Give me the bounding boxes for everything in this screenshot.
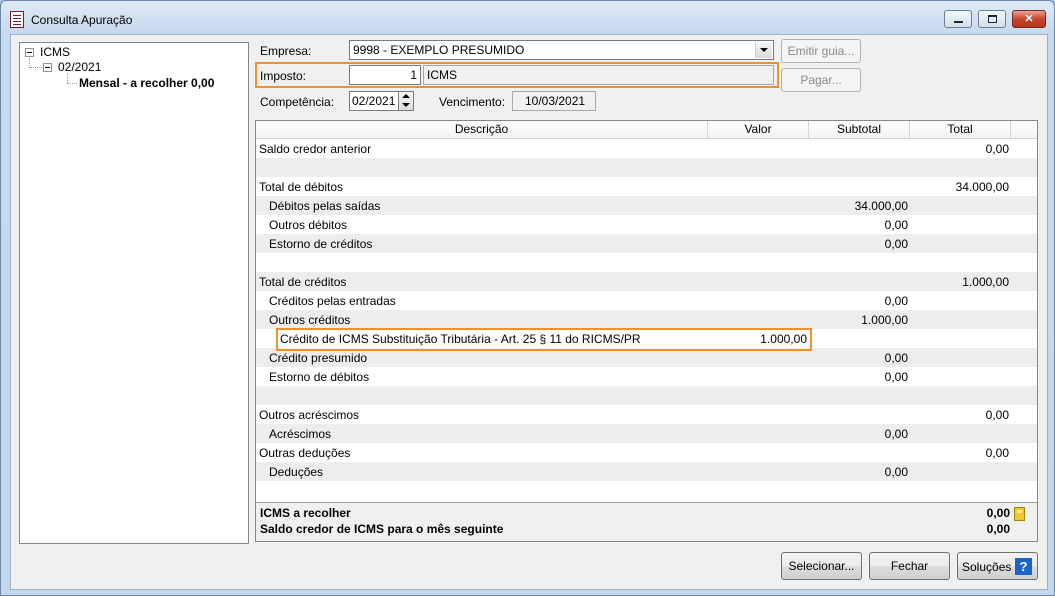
saldo-value: 0,00 (986, 522, 1010, 536)
maximize-button[interactable] (978, 10, 1006, 28)
imposto-code-value: 1 (410, 68, 417, 82)
empresa-label: Empresa: (260, 44, 312, 58)
table-row[interactable]: Acréscimos 0,00 (256, 424, 1037, 443)
cell-subtotal: 1.000,00 (861, 313, 908, 327)
table-row[interactable]: Total de débitos 34.000,00 (256, 177, 1037, 196)
table-row[interactable] (256, 253, 1037, 272)
collapse-icon[interactable] (25, 48, 34, 57)
imposto-name-value: ICMS (427, 68, 457, 82)
cell-total: 0,00 (985, 446, 1009, 460)
emitir-guia-button[interactable]: Emitir guia... (781, 39, 861, 63)
table-row[interactable] (256, 386, 1037, 405)
apuracao-table[interactable]: Descrição Valor Subtotal Total Saldo cre… (255, 120, 1038, 542)
close-icon: ✕ (1024, 13, 1034, 25)
recolher-label: ICMS a recolher (260, 506, 351, 520)
collapse-icon[interactable] (43, 63, 52, 72)
cell-subtotal: 0,00 (884, 351, 908, 365)
help-icon: ? (1015, 558, 1032, 575)
cell-subtotal: 0,00 (884, 294, 908, 308)
table-row[interactable]: Estorno de créditos 0,00 (256, 234, 1037, 253)
cell-descricao: Total de créditos (259, 275, 347, 289)
vencimento-field: 10/03/2021 (512, 91, 596, 111)
cell-total: 0,00 (985, 408, 1009, 422)
recolher-value: 0,00 (986, 506, 1010, 520)
cell-descricao: Outros créditos (269, 313, 351, 327)
cell-descricao: Estorno de débitos (269, 370, 370, 384)
solucoes-label: Soluções (962, 560, 1012, 574)
cell-descricao: Outros acréscimos (259, 408, 360, 422)
cell-descricao: Estorno de créditos (269, 237, 373, 251)
tree-view[interactable]: ICMS 02/2021 Mensal - a recolher 0,00 (19, 42, 249, 544)
cell-total: 34.000,00 (955, 180, 1009, 194)
vencimento-label: Vencimento: (439, 95, 506, 109)
solucoes-button[interactable]: Soluções ? (957, 552, 1038, 580)
imposto-name-field: ICMS (423, 65, 774, 85)
table-row[interactable] (256, 158, 1037, 177)
table-row[interactable]: Outros acréscimos 0,00 (256, 405, 1037, 424)
close-button[interactable]: ✕ (1012, 10, 1046, 28)
table-row[interactable]: Débitos pelas saídas 34.000,00 (256, 196, 1037, 215)
window-title: Consulta Apuração (31, 13, 133, 27)
row-highlight (276, 328, 812, 351)
saldo-label: Saldo credor de ICMS para o mês seguinte (260, 522, 504, 536)
cell-descricao: Acréscimos (269, 427, 332, 441)
table-row[interactable]: Deduções 0,00 (256, 462, 1037, 481)
cell-descricao: Créditos pelas entradas (269, 294, 396, 308)
document-icon (10, 11, 24, 28)
cell-descricao: Total de débitos (259, 180, 344, 194)
spin-up-icon[interactable] (402, 94, 410, 98)
table-row[interactable]: Saldo credor anterior 0,00 (256, 139, 1037, 158)
tree-node-icms[interactable]: ICMS (40, 45, 70, 59)
table-row[interactable]: Total de créditos 1.000,00 (256, 272, 1037, 291)
header-subtotal[interactable]: Subtotal (809, 121, 910, 138)
title-bar[interactable]: Consulta Apuração ✕ (1, 1, 1054, 37)
cell-subtotal: 0,00 (884, 427, 908, 441)
competencia-spinner[interactable] (398, 91, 414, 111)
table-row[interactable]: Estorno de débitos 0,00 (256, 367, 1037, 386)
table-row[interactable]: Outras deduções 0,00 (256, 443, 1037, 462)
spin-down-icon[interactable] (402, 103, 410, 107)
table-row[interactable]: Outros débitos 0,00 (256, 215, 1037, 234)
header-descricao[interactable]: Descrição (256, 121, 708, 138)
cell-subtotal: 0,00 (884, 370, 908, 384)
minimize-icon (954, 21, 963, 23)
cell-descricao: Outros débitos (269, 218, 348, 232)
table-row[interactable]: Outros créditos 1.000,00 (256, 310, 1037, 329)
table-footer: ICMS a recolher 0,00 Saldo credor de ICM… (256, 502, 1037, 541)
table-header: Descrição Valor Subtotal Total (256, 121, 1037, 139)
cell-descricao: Deduções (269, 465, 324, 479)
cell-subtotal: 34.000,00 (854, 199, 908, 213)
tree-node-monthly[interactable]: Mensal - a recolher 0,00 (79, 76, 214, 90)
header-total[interactable]: Total (910, 121, 1011, 138)
competencia-label: Competência: (260, 95, 335, 109)
pagar-button[interactable]: Pagar... (781, 68, 861, 92)
selecionar-button[interactable]: Selecionar... (781, 552, 862, 580)
cell-descricao: Outras deduções (259, 446, 351, 460)
cell-subtotal: 0,00 (884, 237, 908, 251)
cell-subtotal: 0,00 (884, 465, 908, 479)
minimize-button[interactable] (944, 10, 972, 28)
client-area: ICMS 02/2021 Mensal - a recolher 0,00 Em… (10, 34, 1048, 590)
imposto-label: Imposto: (260, 69, 307, 83)
empresa-select[interactable]: 9998 - EXEMPLO PRESUMIDO (349, 40, 774, 60)
cell-total: 1.000,00 (962, 275, 1009, 289)
calculator-icon[interactable] (1014, 507, 1025, 521)
header-valor[interactable]: Valor (708, 121, 809, 138)
vencimento-value: 10/03/2021 (525, 94, 586, 108)
maximize-icon (988, 15, 997, 23)
competencia-value: 02/2021 (352, 94, 396, 108)
cell-total: 0,00 (985, 142, 1009, 156)
tree-node-period[interactable]: 02/2021 (58, 60, 101, 74)
empresa-value: 9998 - EXEMPLO PRESUMIDO (353, 43, 525, 57)
cell-descricao: Crédito presumido (269, 351, 368, 365)
cell-subtotal: 0,00 (884, 218, 908, 232)
cell-descricao: Débitos pelas saídas (269, 199, 381, 213)
fechar-button[interactable]: Fechar (869, 552, 950, 580)
imposto-code-field[interactable]: 1 (349, 65, 421, 85)
table-row[interactable]: Créditos pelas entradas 0,00 (256, 291, 1037, 310)
app-window: Consulta Apuração ✕ ICMS 02/2021 Mensal … (0, 0, 1055, 596)
cell-descricao: Saldo credor anterior (259, 142, 372, 156)
competencia-field[interactable]: 02/2021 (349, 91, 399, 111)
chevron-down-icon[interactable] (755, 42, 772, 58)
